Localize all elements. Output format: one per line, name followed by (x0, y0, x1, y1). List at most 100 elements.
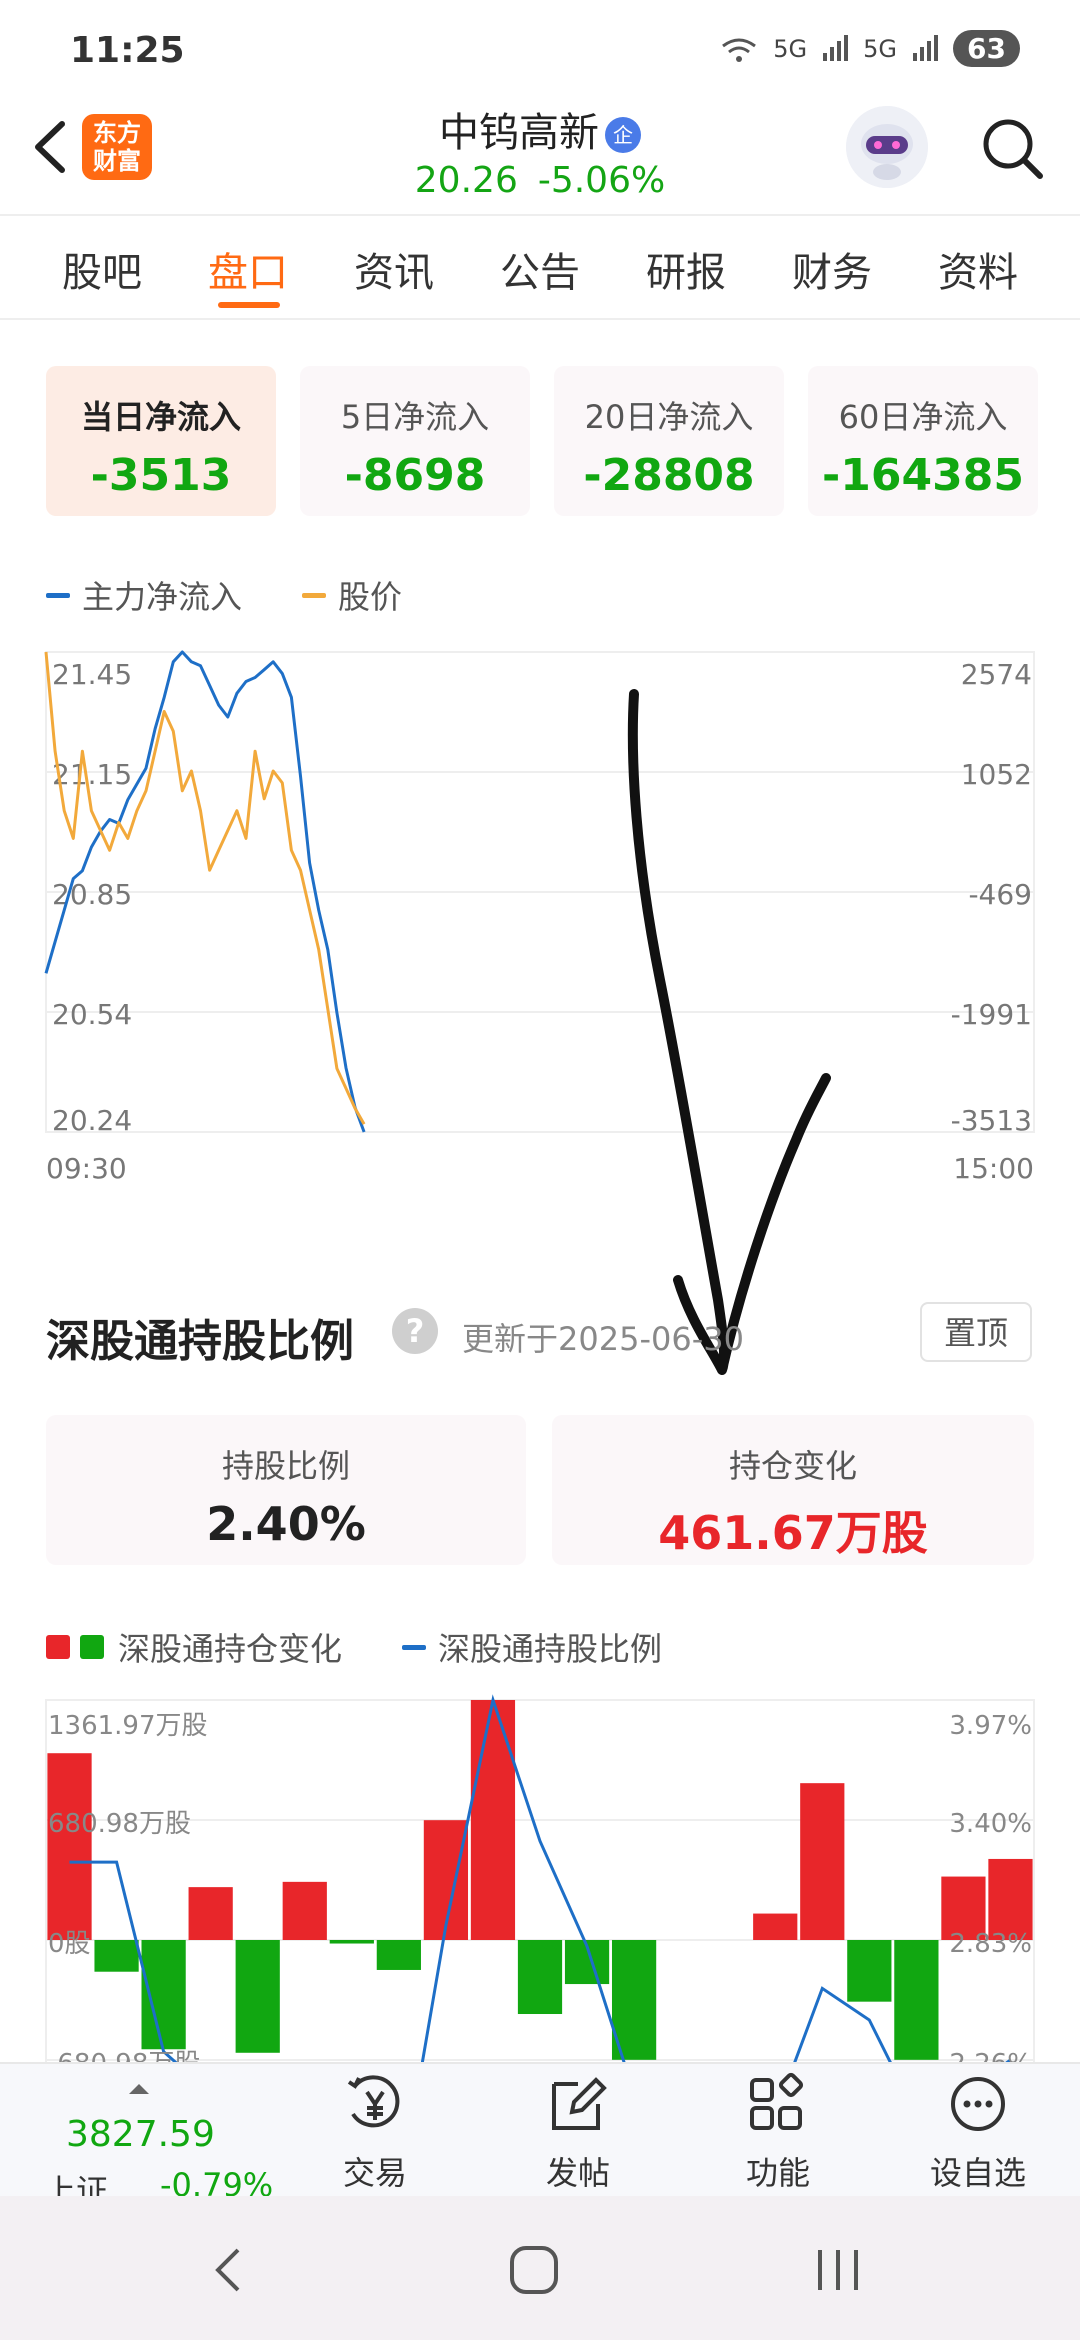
more-dots-icon (951, 2077, 1005, 2131)
active-tab-indicator (218, 302, 280, 308)
y-tick-change: 0股 (48, 1929, 91, 1959)
tab-announcements[interactable]: 公告 (480, 240, 600, 298)
stock-change: -5.06% (537, 160, 666, 201)
pin-to-top-button[interactable]: 置顶 (920, 1302, 1032, 1362)
y-tick-flow: 2574 (961, 658, 1032, 691)
flow-card-today[interactable]: 当日净流入 -3513 (46, 366, 276, 516)
signal-icon-2 (913, 34, 939, 61)
functions-button[interactable]: 功能 (708, 2064, 848, 2194)
legend-main-flow: 主力净流入 (82, 578, 243, 616)
y-tick-change: 680.98万股 (48, 1809, 191, 1839)
y-tick-ratio: 2.83% (949, 1929, 1032, 1959)
holding-legend: 深股通持仓变化 深股通持股比例 (46, 1624, 662, 1670)
stock-name: 中钨高新 (439, 110, 599, 156)
tab-finance[interactable]: 财务 (772, 240, 892, 298)
flow-card-value: -8698 (344, 450, 486, 501)
y-tick-change: -680.98万股 (48, 2049, 200, 2062)
network-5g-label-2: 5G (863, 34, 898, 63)
position-change-bar (235, 1940, 280, 2053)
stock-price: 20.26 (414, 160, 518, 201)
trade-button[interactable]: 交易 (305, 2064, 445, 2194)
position-change-bar (753, 1913, 798, 1940)
flow-card-value: -28808 (583, 450, 755, 501)
flow-card-20d[interactable]: 20日净流入 -28808 (554, 366, 784, 516)
section-title: 深股通持股比例 (46, 1316, 354, 1367)
edit-icon (552, 2077, 607, 2130)
position-change-bar (894, 1940, 939, 2060)
position-change-label: 持仓变化 (728, 1447, 857, 1485)
wifi-icon (722, 38, 757, 62)
hold-ratio-box: 持股比例 2.40% (46, 1415, 526, 1565)
y-tick-price: 21.45 (52, 658, 132, 691)
status-icons: 5G 5G 63 (719, 30, 1020, 67)
header-divider (0, 214, 1080, 216)
legend-position-change: 深股通持仓变化 (118, 1630, 343, 1668)
update-date: 更新于2025-06-30 (462, 1320, 744, 1358)
add-watchlist-button[interactable]: 设自选 (908, 2064, 1048, 2194)
position-change-bar (94, 1940, 139, 1972)
flow-card-value: -164385 (822, 450, 1024, 501)
position-change-bar (188, 1887, 233, 1940)
post-button[interactable]: 发帖 (508, 2064, 648, 2194)
network-5g-label: 5G (773, 34, 808, 63)
hold-ratio-value: 2.40% (206, 1497, 366, 1551)
flow-card-value: -3513 (90, 450, 232, 501)
y-tick-price: 20.24 (52, 1104, 132, 1137)
nav-home-icon[interactable] (504, 2240, 564, 2300)
enterprise-badge-icon: 企 (605, 117, 641, 153)
legend-hold-ratio: 深股通持股比例 (438, 1630, 663, 1668)
position-change-bar (988, 1858, 1033, 1940)
y-tick-price: 20.54 (52, 998, 132, 1031)
y-tick-price: 21.15 (52, 758, 132, 791)
tab-pankou[interactable]: 盘口 (188, 240, 308, 298)
tab-research[interactable]: 研报 (626, 240, 746, 298)
y-tick-change: 1361.97万股 (48, 1711, 208, 1741)
trade-yen-icon (347, 2075, 400, 2128)
trade-label: 交易 (342, 2154, 407, 2192)
y-tick-flow: -3513 (951, 1104, 1032, 1137)
caret-up-icon (129, 2084, 149, 2094)
index-value: 3827.59 (66, 2114, 215, 2155)
robot-avatar-icon[interactable] (846, 106, 928, 188)
position-change-value: 461.67万股 (658, 1506, 928, 1560)
nav-back-icon[interactable] (200, 2240, 260, 2300)
y-tick-ratio: 2.26% (949, 2049, 1032, 2062)
y-tick-ratio: 3.40% (949, 1809, 1032, 1839)
search-icon[interactable] (974, 110, 1054, 190)
legend-price: 股价 (338, 578, 403, 616)
functions-label: 功能 (745, 2154, 810, 2192)
system-nav-bar (0, 2196, 1080, 2340)
position-change-box: 持仓变化 461.67万股 (552, 1415, 1034, 1565)
y-tick-flow: 1052 (961, 758, 1032, 791)
tab-news[interactable]: 资讯 (334, 240, 454, 298)
position-change-bar (329, 1940, 374, 1944)
fund-flow-chart[interactable]: 21.45 257421.15 105220.85 -46920.54 -199120.… (0, 640, 1080, 1200)
nav-recents-icon[interactable] (808, 2240, 868, 2300)
flow-legend: 主力净流入 股价 (46, 572, 402, 618)
status-time: 11:25 (70, 30, 185, 71)
flow-card-60d[interactable]: 60日净流入 -164385 (808, 366, 1038, 516)
position-change-bar (800, 1783, 845, 1940)
tabs-divider (0, 318, 1080, 320)
bottom-toolbar: 3827.59 上证 -0.79% 交易 发帖 功能 设自选 (0, 2062, 1080, 2210)
tab-guba[interactable]: 股吧 (42, 240, 162, 298)
flow-card-label: 20日净流入 (584, 398, 754, 436)
battery-indicator: 63 (953, 30, 1020, 67)
position-change-bar (517, 1940, 563, 2015)
help-icon[interactable]: ? (392, 1308, 438, 1354)
y-tick-flow: -1991 (951, 998, 1032, 1031)
tab-bar: 股吧 盘口 资讯 公告 研报 财务 资料 (0, 240, 1080, 320)
position-change-bar (847, 1940, 892, 2002)
position-change-bar (470, 1699, 516, 1940)
x-tick: 09:30 (46, 1152, 127, 1185)
x-tick: 15:00 (953, 1152, 1034, 1185)
legend-swatch-red (46, 1635, 70, 1659)
tab-profile[interactable]: 资料 (918, 240, 1038, 298)
holding-chart[interactable]: 1361.97万股 3.97% 680.98万股 3.40% 0股 2.83% -680.9… (0, 1690, 1080, 2062)
hold-ratio-label: 持股比例 (221, 1447, 350, 1485)
position-change-bar (282, 1881, 327, 1940)
status-bar: 11:25 5G 5G 63 (0, 0, 1080, 96)
flow-card-label: 当日净流入 (80, 398, 241, 436)
y-tick-ratio: 3.97% (949, 1711, 1032, 1741)
flow-card-5d[interactable]: 5日净流入 -8698 (300, 366, 530, 516)
